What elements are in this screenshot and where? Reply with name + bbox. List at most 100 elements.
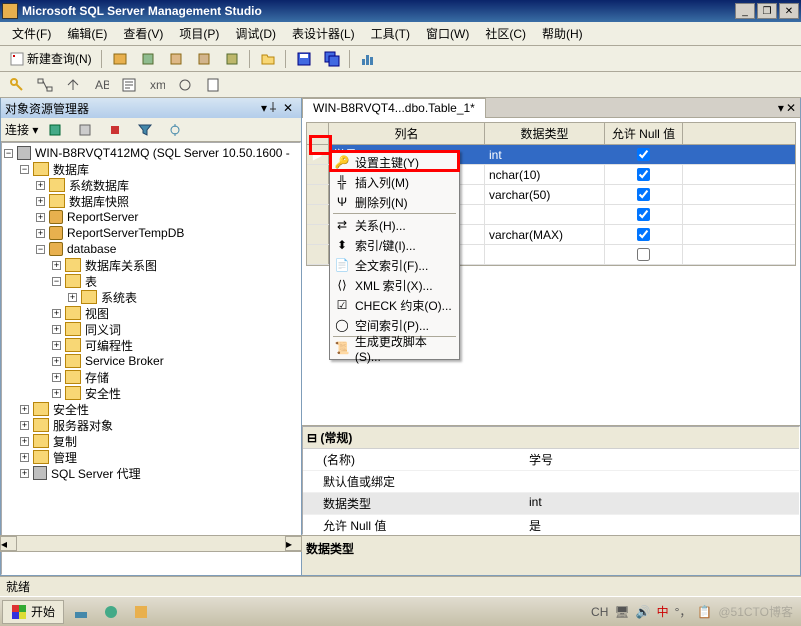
tree-storage[interactable]: +存储: [4, 369, 298, 385]
tab-close-icon[interactable]: ✕: [786, 101, 796, 115]
tree-server-root[interactable]: −WIN-B8RVQT412MQ (SQL Server 10.50.1600 …: [4, 145, 298, 161]
connect-dropdown[interactable]: 连接 ▾: [5, 121, 38, 138]
tree-security[interactable]: +安全性: [4, 401, 298, 417]
tree-replication[interactable]: +复制: [4, 433, 298, 449]
tree-databases[interactable]: −数据库: [4, 161, 298, 177]
disconnect-icon-btn[interactable]: [72, 119, 98, 141]
save-all-button[interactable]: [319, 48, 345, 70]
tree-programmability[interactable]: +可编程性: [4, 337, 298, 353]
menu-view[interactable]: 查看(V): [115, 23, 171, 44]
grid-header-colname[interactable]: 列名: [329, 123, 485, 144]
minimize-button[interactable]: _: [735, 3, 755, 19]
tb-index-btn[interactable]: [60, 74, 86, 96]
menu-window[interactable]: 窗口(W): [418, 23, 477, 44]
ctx-delete-column[interactable]: Ψ删除列(N): [331, 192, 458, 212]
ctx-relationships[interactable]: ⇄关系(H)...: [331, 215, 458, 235]
tb-rel-btn[interactable]: [32, 74, 58, 96]
ime-indicator[interactable]: 中: [657, 603, 669, 620]
tb-fulltext-btn[interactable]: [116, 74, 142, 96]
close-button[interactable]: ✕: [779, 3, 799, 19]
tab-dropdown-icon[interactable]: ▾: [778, 101, 784, 115]
document-tab[interactable]: WIN-B8RVQT4...dbo.Table_1*: [302, 98, 486, 118]
tree-service-broker[interactable]: +Service Broker: [4, 353, 298, 369]
tray-icon[interactable]: 📋: [697, 605, 712, 619]
quicklaunch-2[interactable]: [98, 601, 124, 623]
ime-punct-icon[interactable]: °，: [675, 603, 692, 620]
filter-icon-btn[interactable]: [132, 119, 158, 141]
pin-icon[interactable]: [267, 101, 281, 115]
tb-spatial-btn[interactable]: [172, 74, 198, 96]
menu-table-designer[interactable]: 表设计器(L): [284, 23, 363, 44]
tree-sys-tables[interactable]: +系统表: [4, 289, 298, 305]
menu-help[interactable]: 帮助(H): [534, 23, 591, 44]
ctx-generate-script[interactable]: 📜生成更改脚本(S)...: [331, 338, 458, 358]
tray-icon[interactable]: 🖥: [614, 605, 629, 619]
new-query-button[interactable]: 新建查询(N): [4, 48, 97, 70]
activity-monitor-button[interactable]: [355, 48, 381, 70]
prop-row-type[interactable]: 数据类型int: [303, 493, 799, 515]
allow-null-checkbox[interactable]: [637, 148, 650, 161]
tree-database[interactable]: −database: [4, 241, 298, 257]
tree-db-snapshot[interactable]: +数据库快照: [4, 193, 298, 209]
stop-icon-btn[interactable]: [102, 119, 128, 141]
property-grid[interactable]: ⊟ (常规) (名称)学号 默认值或绑定 数据类型int 允许 Null 值是 …: [302, 426, 800, 535]
tb-check-btn[interactable]: AB: [88, 74, 114, 96]
tree-report-server[interactable]: +ReportServer: [4, 209, 298, 225]
tree-db-security[interactable]: +安全性: [4, 385, 298, 401]
allow-null-checkbox[interactable]: [637, 228, 650, 241]
menu-file[interactable]: 文件(F): [4, 23, 59, 44]
tree-sql-agent[interactable]: +SQL Server 代理: [4, 465, 298, 481]
allow-null-checkbox[interactable]: [637, 188, 650, 201]
tree-management[interactable]: +管理: [4, 449, 298, 465]
tree-synonyms[interactable]: +同义词: [4, 321, 298, 337]
tool-mdx-btn[interactable]: [163, 48, 189, 70]
allow-null-checkbox[interactable]: [637, 248, 650, 261]
start-button[interactable]: 开始: [2, 600, 64, 624]
tree-db-diagram[interactable]: +数据库关系图: [4, 257, 298, 273]
menu-community[interactable]: 社区(C): [477, 23, 534, 44]
ctx-fulltext[interactable]: 📄全文索引(F)...: [331, 255, 458, 275]
cell-datatype[interactable]: int: [485, 145, 605, 164]
quicklaunch-ssms[interactable]: [128, 601, 154, 623]
scroll-right-icon[interactable]: ▸: [285, 536, 302, 551]
tree-views[interactable]: +视图: [4, 305, 298, 321]
open-file-button[interactable]: [255, 48, 281, 70]
restore-button[interactable]: ❐: [757, 3, 777, 19]
tree-server-objects[interactable]: +服务器对象: [4, 417, 298, 433]
prop-row-null[interactable]: 允许 Null 值是: [303, 515, 799, 535]
prop-row-default[interactable]: 默认值或绑定: [303, 471, 799, 493]
tb-key-btn[interactable]: [4, 74, 30, 96]
prop-cat-general[interactable]: ⊟ (常规): [303, 427, 799, 449]
ctx-xml-index[interactable]: ⟨⟩XML 索引(X)...: [331, 275, 458, 295]
menu-debug[interactable]: 调试(D): [227, 23, 284, 44]
panel-close-icon[interactable]: ✕: [283, 101, 297, 115]
menu-project[interactable]: 项目(P): [171, 23, 227, 44]
scroll-left-icon[interactable]: ◂: [0, 536, 17, 551]
tool-analysis-btn[interactable]: [135, 48, 161, 70]
grid-header-allownull[interactable]: 允许 Null 值: [605, 123, 683, 144]
grid-header-datatype[interactable]: 数据类型: [485, 123, 605, 144]
tb-script-btn[interactable]: [200, 74, 226, 96]
tree-tables[interactable]: −表: [4, 273, 298, 289]
tb-xml-btn[interactable]: xml: [144, 74, 170, 96]
tray-icon[interactable]: 🔊: [636, 605, 651, 619]
prop-row-name[interactable]: (名称)学号: [303, 449, 799, 471]
allow-null-checkbox[interactable]: [637, 168, 650, 181]
ctx-insert-column[interactable]: ╬插入列(M): [331, 172, 458, 192]
tree-report-server-temp[interactable]: +ReportServerTempDB: [4, 225, 298, 241]
horizontal-scrollbar[interactable]: ◂ ▸: [0, 535, 302, 552]
refresh-icon-btn[interactable]: [162, 119, 188, 141]
cell-allownull[interactable]: [605, 145, 683, 164]
save-button[interactable]: [291, 48, 317, 70]
object-tree[interactable]: −WIN-B8RVQT412MQ (SQL Server 10.50.1600 …: [1, 142, 301, 575]
tool-dmx-btn[interactable]: [191, 48, 217, 70]
ctx-check[interactable]: ☑CHECK 约束(O)...: [331, 295, 458, 315]
allow-null-checkbox[interactable]: [637, 208, 650, 221]
language-indicator[interactable]: CH: [591, 605, 608, 619]
row-selector-icon[interactable]: ▶: [307, 145, 329, 164]
menu-tools[interactable]: 工具(T): [363, 23, 418, 44]
tool-db-engine-btn[interactable]: [107, 48, 133, 70]
quicklaunch-1[interactable]: [68, 601, 94, 623]
tree-sys-db[interactable]: +系统数据库: [4, 177, 298, 193]
menu-edit[interactable]: 编辑(E): [59, 23, 115, 44]
